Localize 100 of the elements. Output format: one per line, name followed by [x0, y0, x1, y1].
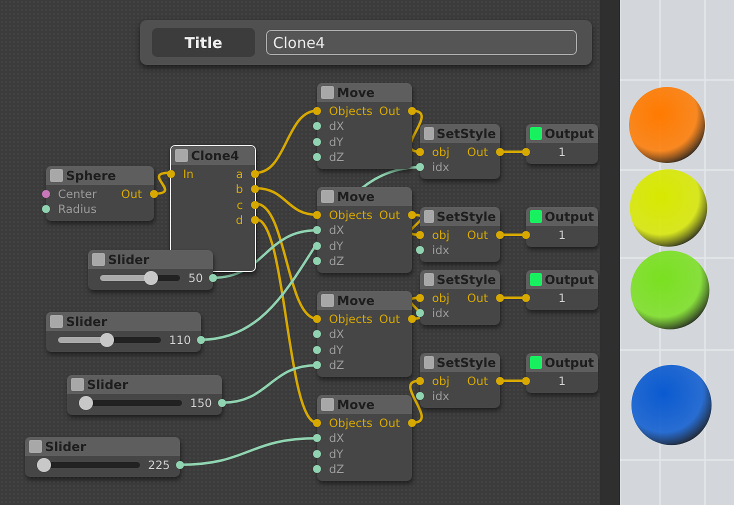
node-title: SetStyle	[436, 126, 496, 141]
port-dot[interactable]	[416, 376, 424, 385]
port-dot[interactable]	[42, 205, 50, 214]
slider-thumb[interactable]	[100, 333, 114, 347]
port-dot[interactable]	[176, 461, 184, 469]
port-dot[interactable]	[251, 216, 259, 224]
node-checkbox[interactable]	[92, 253, 105, 266]
port-dot[interactable]	[313, 138, 321, 146]
port-dot[interactable]	[496, 294, 504, 302]
port-dot[interactable]	[167, 170, 175, 178]
node-checkbox[interactable]	[71, 378, 84, 391]
port-label: Objects	[329, 208, 372, 222]
port-dot[interactable]	[408, 106, 416, 115]
port-dot[interactable]	[313, 242, 321, 250]
slider-track[interactable]	[100, 271, 180, 285]
port-dot[interactable]	[522, 294, 530, 302]
node-checkbox[interactable]	[50, 315, 63, 328]
port-dot[interactable]	[313, 314, 321, 323]
port-dot[interactable]	[416, 163, 424, 172]
node-checkbox[interactable]	[424, 273, 434, 286]
port-label: dY	[329, 446, 344, 461]
port-dot[interactable]	[496, 230, 504, 239]
port-label: Out	[379, 208, 400, 222]
port-dot[interactable]	[416, 230, 424, 239]
node-checkbox[interactable]	[424, 127, 434, 140]
output-value: 1	[558, 374, 566, 388]
node-title: Slider	[87, 377, 128, 392]
port-dot[interactable]	[197, 336, 205, 344]
node-checkbox[interactable]	[530, 210, 542, 223]
output-value: 1	[558, 145, 566, 159]
slider-thumb[interactable]	[37, 458, 51, 472]
node-title: Slider	[45, 439, 86, 454]
node-title: SetStyle	[436, 272, 496, 287]
port-dot[interactable]	[218, 399, 226, 407]
node-checkbox[interactable]	[424, 210, 434, 223]
port-dot[interactable]	[42, 190, 50, 198]
port-dot[interactable]	[313, 106, 321, 115]
port-dot[interactable]	[313, 330, 321, 338]
port-dot[interactable]	[416, 294, 424, 302]
node-title: Output	[544, 355, 594, 370]
node-checkbox[interactable]	[321, 398, 334, 411]
node-title: Slider	[108, 252, 150, 267]
slider-thumb[interactable]	[79, 396, 93, 410]
port-dot[interactable]	[251, 200, 259, 209]
node-checkbox[interactable]	[175, 149, 188, 162]
port-label: idx	[432, 389, 450, 404]
port-label: dX	[329, 327, 344, 342]
node-title: Output	[544, 126, 594, 141]
port-label: c	[236, 198, 243, 212]
node-checkbox[interactable]	[530, 273, 542, 286]
port-dot[interactable]	[150, 190, 158, 198]
port-dot[interactable]	[313, 226, 321, 234]
port-label: d	[236, 213, 243, 228]
port-label: idx	[432, 306, 450, 320]
port-dot[interactable]	[522, 231, 530, 239]
output-value: 1	[558, 291, 566, 305]
port-dot[interactable]	[313, 122, 321, 130]
port-dot[interactable]	[496, 148, 504, 156]
port-dot[interactable]	[313, 346, 321, 354]
node-checkbox[interactable]	[530, 127, 542, 140]
port-dot[interactable]	[313, 418, 321, 427]
port-dot[interactable]	[408, 314, 416, 323]
port-dot[interactable]	[416, 392, 424, 400]
port-dot[interactable]	[416, 148, 424, 156]
port-dot[interactable]	[408, 210, 416, 219]
node-checkbox[interactable]	[50, 169, 63, 182]
port-dot[interactable]	[496, 376, 504, 385]
port-dot[interactable]	[313, 450, 321, 458]
slider-track[interactable]	[58, 333, 162, 347]
slider-track[interactable]	[79, 396, 182, 410]
port-label: dX	[329, 431, 344, 446]
wire	[409, 110, 423, 153]
title-button[interactable]: Title	[152, 28, 255, 57]
node-checkbox[interactable]	[530, 356, 542, 369]
port-dot[interactable]	[313, 210, 321, 219]
node-checkbox[interactable]	[29, 440, 42, 453]
node-checkbox[interactable]	[321, 190, 334, 203]
port-dot[interactable]	[313, 153, 321, 162]
port-dot[interactable]	[251, 170, 259, 178]
port-dot[interactable]	[209, 274, 217, 282]
port-label: a	[236, 166, 243, 181]
port-dot[interactable]	[251, 185, 259, 194]
port-dot[interactable]	[522, 148, 530, 156]
port-dot[interactable]	[313, 465, 321, 474]
slider-track[interactable]	[37, 458, 140, 472]
port-dot[interactable]	[313, 361, 321, 370]
node-checkbox[interactable]	[424, 356, 434, 369]
node-checkbox[interactable]	[321, 294, 334, 307]
node-panel[interactable]: Clone4 In a b c d	[170, 145, 256, 272]
port-label: Objects	[329, 104, 372, 118]
port-dot[interactable]	[313, 434, 321, 442]
port-label: Out	[121, 186, 142, 201]
port-dot[interactable]	[313, 257, 321, 266]
port-dot[interactable]	[416, 246, 424, 254]
title-field[interactable]: Clone4	[266, 30, 577, 55]
port-dot[interactable]	[408, 418, 416, 427]
node-checkbox[interactable]	[321, 86, 334, 99]
slider-thumb[interactable]	[144, 271, 158, 285]
port-dot[interactable]	[416, 309, 424, 318]
port-dot[interactable]	[522, 377, 530, 385]
